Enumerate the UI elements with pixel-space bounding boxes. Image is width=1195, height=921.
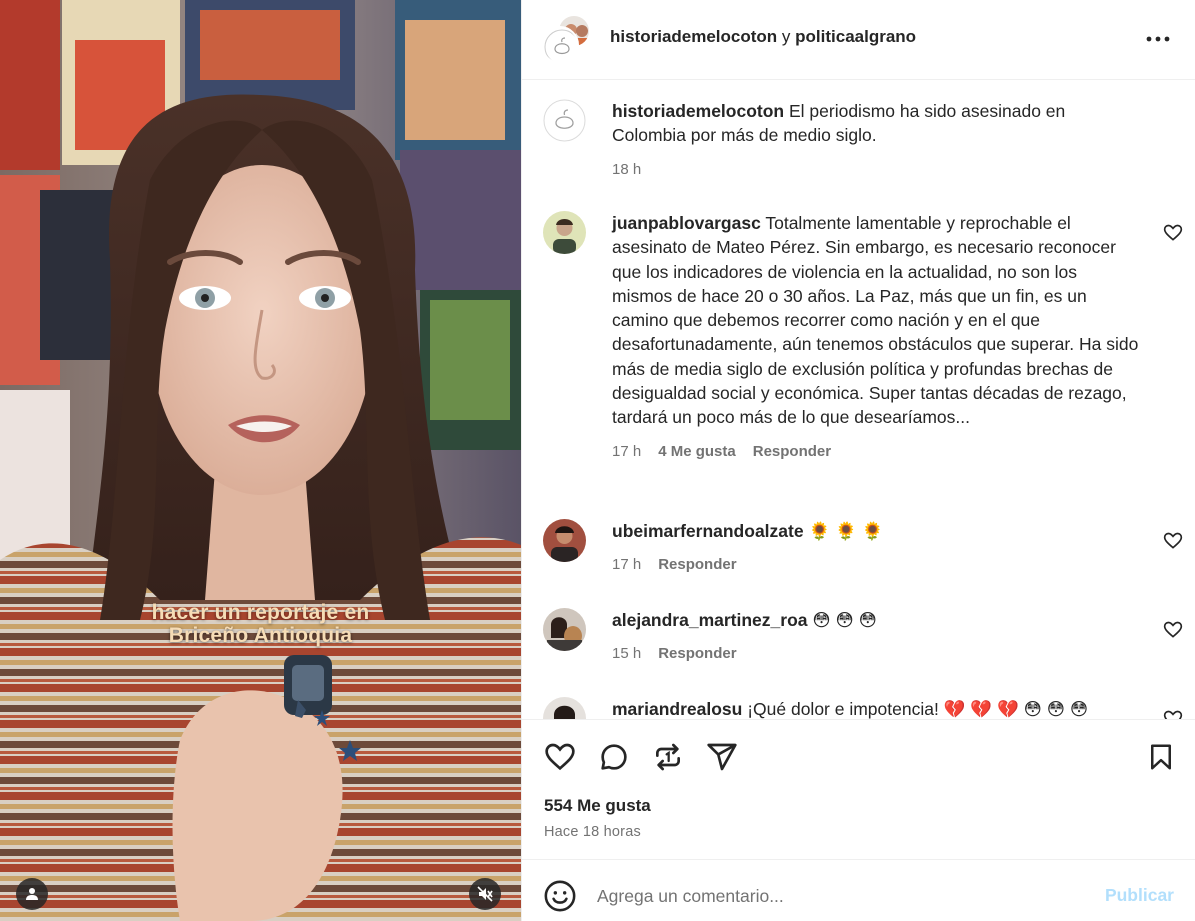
comment-body: mariandrealosu ¡Qué dolor e impotencia! … (612, 697, 1142, 719)
comment-username[interactable]: alejandra_martinez_roa (612, 610, 808, 630)
mute-toggle-button[interactable] (469, 878, 501, 910)
post-side-panel: historiademelocoton y politicaalgrano hi… (521, 0, 1195, 921)
speaker-muted-icon (477, 886, 493, 902)
add-comment-bar: Publicar (522, 859, 1195, 921)
user-icon (26, 888, 38, 900)
send-icon (707, 743, 737, 771)
author-link-2[interactable]: politicaalgrano (795, 27, 916, 46)
heart-icon[interactable] (1163, 709, 1183, 719)
comment-meta: 17 h 4 Me gusta Responder (612, 440, 1142, 464)
heart-icon[interactable] (1163, 620, 1183, 640)
likes-count[interactable]: 554 Me gusta (544, 796, 651, 816)
collab-avatars[interactable] (541, 14, 591, 64)
overlay-line-2: Briceño Antioquia (168, 624, 353, 647)
heart-icon[interactable] (1163, 531, 1183, 551)
author-joiner: y (781, 27, 791, 46)
post-video[interactable]: hacer un reportaje en Briceño Antioquia (0, 0, 521, 921)
comment-text: ¡Qué dolor e impotencia! 💔 💔 💔 😳 😳 😳 (747, 699, 1089, 719)
comment-meta: 15 h Responder (612, 642, 1142, 666)
instagram-post-dialog: hacer un reportaje en Briceño Antioquia (0, 0, 1195, 921)
comment-body: ubeimarfernandoalzate 🌻 🌻 🌻 17 h Respond… (612, 519, 1142, 578)
post-authors: historiademelocoton y politicaalgrano (610, 27, 916, 47)
comment-username[interactable]: mariandrealosu (612, 699, 742, 719)
comment-time[interactable]: 17 h (612, 440, 641, 464)
comment-input[interactable] (597, 882, 1077, 910)
caption-body: historiademelocoton El periodismo ha sid… (612, 99, 1142, 182)
reply-button[interactable]: Responder (658, 642, 736, 666)
comment-body: juanpablovargasc Totalmente lamentable y… (612, 211, 1142, 464)
repost-icon (656, 743, 680, 771)
repost-button[interactable] (651, 740, 685, 774)
post-time[interactable]: Hace 18 horas (544, 824, 641, 840)
overlay-line-1: hacer un reportaje en (151, 601, 370, 624)
heart-icon (545, 743, 575, 771)
post-header: historiademelocoton y politicaalgrano (522, 0, 1195, 80)
caption-meta: 18 h (612, 158, 1142, 182)
avatar[interactable] (543, 697, 586, 719)
comment-icon (601, 744, 627, 770)
comment-username[interactable]: ubeimarfernandoalzate (612, 521, 804, 541)
heart-icon[interactable] (1163, 223, 1183, 243)
more-options-button[interactable] (1145, 26, 1171, 52)
caption-time[interactable]: 18 h (612, 158, 641, 182)
reply-button[interactable]: Responder (658, 553, 736, 577)
video-text-overlay: hacer un reportaje en Briceño Antioquia (0, 601, 521, 647)
video-frame (0, 0, 521, 921)
caption-username[interactable]: historiademelocoton (612, 101, 784, 121)
comment-time[interactable]: 15 h (612, 642, 641, 666)
comment-button[interactable] (597, 740, 631, 774)
comment-body: alejandra_martinez_roa 😳 😳 😳 15 h Respon… (612, 608, 1142, 667)
author-link-1[interactable]: historiademelocoton (610, 27, 777, 46)
comment-likes[interactable]: 4 Me gusta (658, 440, 736, 464)
comment-text: 🌻 🌻 🌻 (808, 521, 884, 541)
comment-meta: 17 h Responder (612, 553, 1142, 577)
avatar-historiademelocoton[interactable] (541, 26, 579, 64)
post-actions: 554 Me gusta Hace 18 horas (522, 719, 1195, 859)
bookmark-icon (1151, 744, 1171, 770)
avatar[interactable] (543, 608, 586, 651)
emoji-icon[interactable] (543, 879, 577, 913)
like-button[interactable] (543, 740, 577, 774)
comment-text: Totalmente lamentable y reprochable el a… (612, 213, 1139, 428)
save-button[interactable] (1144, 740, 1178, 774)
avatar[interactable] (543, 519, 586, 562)
comments-list[interactable]: historiademelocoton El periodismo ha sid… (522, 81, 1195, 719)
reply-button[interactable]: Responder (753, 440, 831, 464)
share-button[interactable] (705, 740, 739, 774)
comment-username[interactable]: juanpablovargasc (612, 213, 761, 233)
tagged-users-button[interactable] (16, 878, 48, 910)
more-horizontal-icon (1146, 36, 1170, 42)
publish-button[interactable]: Publicar (1105, 885, 1174, 906)
avatar[interactable] (543, 211, 586, 254)
comment-text: 😳 😳 😳 (812, 610, 877, 630)
comment-time[interactable]: 17 h (612, 553, 641, 577)
avatar[interactable] (543, 99, 586, 142)
